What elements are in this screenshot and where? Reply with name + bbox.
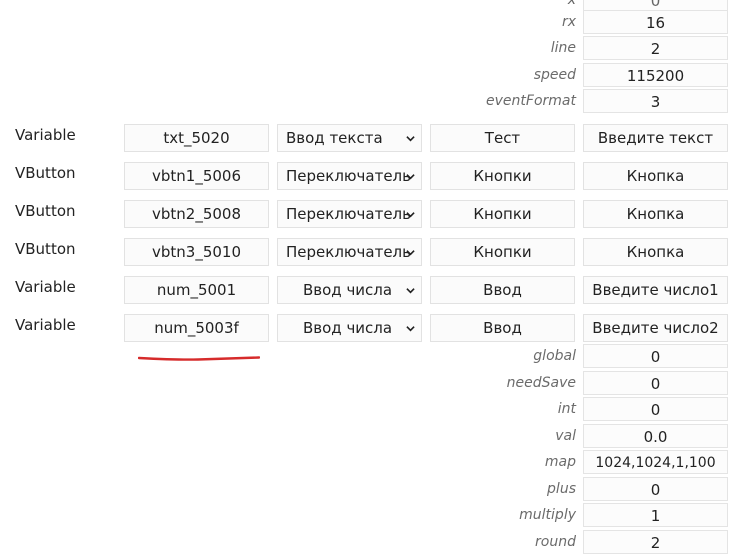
variable-mode-select[interactable]: Ввод числа — [277, 276, 422, 304]
prop-value-field[interactable]: 0 — [583, 371, 728, 395]
variable-hint-field[interactable]: Введите число1 — [583, 276, 728, 304]
variable-name-field[interactable]: txt_5020 — [124, 124, 269, 152]
variable-type: VButton — [15, 202, 76, 220]
prop-row-round: round 2 — [0, 529, 738, 555]
prop-label: speed — [533, 67, 576, 83]
prop-value-field[interactable]: 115200 — [583, 63, 728, 87]
variable-name-field[interactable]: num_5003f — [124, 314, 269, 342]
variable-row: Variable num_5001 Ввод числа Ввод Введит… — [0, 276, 738, 314]
variable-type: VButton — [15, 240, 76, 258]
chevron-down-icon — [406, 174, 415, 180]
prop-row-map: map 1024,1024,1,100 — [0, 449, 738, 475]
variable-hint-field[interactable]: Введите число2 — [583, 314, 728, 342]
variable-category-field[interactable]: Кнопки — [430, 200, 575, 228]
prop-label: line — [550, 40, 576, 56]
prop-label: round — [535, 534, 576, 550]
prop-label: rx — [561, 14, 576, 30]
variable-mode-value: Ввод числа — [303, 319, 393, 337]
prop-row-multiply: multiply 1 — [0, 502, 738, 528]
prop-value-field[interactable]: 2 — [583, 36, 728, 60]
prop-value-field[interactable]: 3 — [583, 89, 728, 113]
prop-row-val: val 0.0 — [0, 423, 738, 449]
variable-row: VButton vbtn3_5010 Переключатель Кнопки … — [0, 238, 738, 276]
prop-value-field[interactable]: 0 — [583, 397, 728, 421]
prop-row-speed: speed 115200 — [0, 62, 738, 88]
prop-row-need-save: needSave 0 — [0, 370, 738, 396]
prop-row-int: int 0 — [0, 396, 738, 422]
prop-value-field[interactable]: 0 — [583, 477, 728, 501]
prop-row-global: global 0 — [0, 343, 738, 369]
prop-row-plus: plus 0 — [0, 476, 738, 502]
chevron-down-icon — [406, 288, 415, 294]
prop-row-line: line 2 — [0, 35, 738, 61]
variable-mode-select[interactable]: Переключатель — [277, 238, 422, 266]
variable-hint-field[interactable]: Кнопка — [583, 162, 728, 190]
variable-category-field[interactable]: Кнопки — [430, 238, 575, 266]
variable-row: VButton vbtn2_5008 Переключатель Кнопки … — [0, 200, 738, 238]
variable-name-field[interactable]: vbtn2_5008 — [124, 200, 269, 228]
variable-name-field[interactable]: num_5001 — [124, 276, 269, 304]
prop-label: plus — [547, 481, 576, 497]
variable-row: VButton vbtn1_5006 Переключатель Кнопки … — [0, 162, 738, 200]
chevron-down-icon — [406, 212, 415, 218]
prop-label: global — [533, 348, 576, 364]
prop-label: needSave — [506, 375, 576, 391]
prop-label: eventFormat — [486, 93, 576, 109]
variable-category-field[interactable]: Ввод — [430, 276, 575, 304]
prop-label: multiply — [519, 507, 576, 523]
variable-mode-value: Переключатель — [286, 243, 411, 261]
prop-value-field[interactable]: 0.0 — [583, 424, 728, 448]
variable-mode-value: Ввод текста — [286, 129, 383, 147]
prop-label: int — [557, 401, 576, 417]
variable-mode-select[interactable]: Переключатель — [277, 200, 422, 228]
prop-value-field[interactable]: 1024,1024,1,100 — [583, 450, 728, 474]
variable-mode-value: Ввод числа — [303, 281, 393, 299]
chevron-down-icon — [406, 250, 415, 256]
prop-row-event-format: eventFormat 3 — [0, 88, 738, 114]
chevron-down-icon — [406, 136, 415, 142]
variable-type: Variable — [15, 316, 76, 334]
variable-mode-value: Переключатель — [286, 205, 411, 223]
variable-hint-field[interactable]: Кнопка — [583, 238, 728, 266]
prop-row-rx: rx 16 — [0, 9, 738, 35]
variable-category-field[interactable]: Ввод — [430, 314, 575, 342]
prop-value-field[interactable]: 1 — [583, 503, 728, 527]
variable-mode-select[interactable]: Переключатель — [277, 162, 422, 190]
prop-label: map — [544, 454, 576, 470]
variable-row: Variable txt_5020 Ввод текста Тест Введи… — [0, 124, 738, 162]
variable-mode-select[interactable]: Ввод числа — [277, 314, 422, 342]
variable-mode-select[interactable]: Ввод текста — [277, 124, 422, 152]
variable-type: VButton — [15, 164, 76, 182]
variable-name-field[interactable]: vbtn1_5006 — [124, 162, 269, 190]
variable-mode-value: Переключатель — [286, 167, 411, 185]
variable-category-field[interactable]: Кнопки — [430, 162, 575, 190]
variable-category-field[interactable]: Тест — [430, 124, 575, 152]
prop-value-field[interactable]: 2 — [583, 530, 728, 554]
variable-hint-field[interactable]: Кнопка — [583, 200, 728, 228]
prop-value-field[interactable]: 0 — [583, 344, 728, 368]
chevron-down-icon — [406, 326, 415, 332]
prop-value-field[interactable]: 16 — [583, 10, 728, 34]
variable-type: Variable — [15, 126, 76, 144]
prop-label: val — [555, 428, 576, 444]
variable-hint-field[interactable]: Введите текст — [583, 124, 728, 152]
variable-type: Variable — [15, 278, 76, 296]
variable-name-field[interactable]: vbtn3_5010 — [124, 238, 269, 266]
